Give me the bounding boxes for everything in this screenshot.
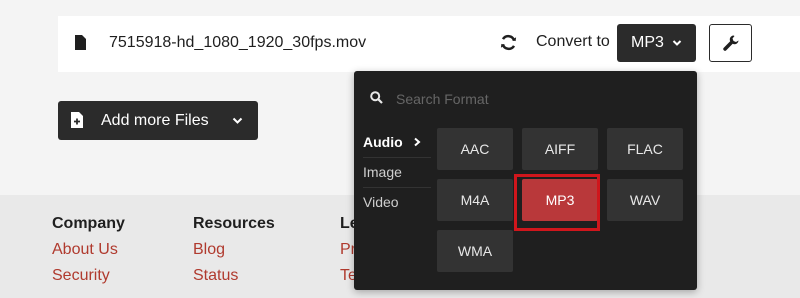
format-option-mp3[interactable]: MP3 xyxy=(522,179,598,221)
footer-column-resources: Resources Blog Status xyxy=(193,215,275,289)
footer-link-about-us[interactable]: About Us xyxy=(52,241,125,263)
category-audio[interactable]: Audio xyxy=(363,128,433,156)
file-name: 7515918-hd_1080_1920_30fps.mov xyxy=(109,34,367,51)
format-search-input[interactable] xyxy=(396,87,676,111)
format-option-wma[interactable]: WMA xyxy=(437,230,513,272)
footer-link-status[interactable]: Status xyxy=(193,267,275,289)
footer-column-company: Company About Us Security xyxy=(52,215,125,289)
category-video[interactable]: Video xyxy=(363,188,433,216)
search-icon xyxy=(370,91,383,104)
file-plus-icon xyxy=(71,112,83,128)
footer-link-security[interactable]: Security xyxy=(52,267,125,289)
footer-link-blog[interactable]: Blog xyxy=(193,241,275,263)
footer-heading: Resources xyxy=(193,215,275,232)
chevron-right-icon xyxy=(413,137,421,147)
category-label: Image xyxy=(363,164,402,180)
add-more-files-button[interactable]: Add more Files xyxy=(58,101,258,140)
format-select-button[interactable]: MP3 xyxy=(617,24,696,62)
footer-heading: Company xyxy=(52,215,125,232)
convert-to-label: Convert to xyxy=(536,33,610,50)
format-option-flac[interactable]: FLAC xyxy=(607,128,683,170)
file-icon xyxy=(75,35,86,50)
format-option-m4a[interactable]: M4A xyxy=(437,179,513,221)
chevron-down-icon xyxy=(672,40,682,46)
format-search xyxy=(364,85,686,113)
add-more-files-label: Add more Files xyxy=(101,112,209,129)
selected-format-label: MP3 xyxy=(631,34,664,51)
wrench-icon xyxy=(722,35,738,51)
format-option-aiff[interactable]: AIFF xyxy=(522,128,598,170)
format-option-wav[interactable]: WAV xyxy=(607,179,683,221)
format-dropdown: Audio Image Video AAC AIFF FLAC M4A MP3 … xyxy=(354,71,697,290)
settings-button[interactable] xyxy=(709,24,752,62)
refresh-icon[interactable] xyxy=(499,33,518,52)
category-label: Video xyxy=(363,194,399,210)
category-image[interactable]: Image xyxy=(363,158,433,186)
chevron-down-icon xyxy=(232,117,243,124)
category-label: Audio xyxy=(363,134,403,150)
file-row: 7515918-hd_1080_1920_30fps.mov Convert t… xyxy=(58,16,800,72)
format-option-aac[interactable]: AAC xyxy=(437,128,513,170)
